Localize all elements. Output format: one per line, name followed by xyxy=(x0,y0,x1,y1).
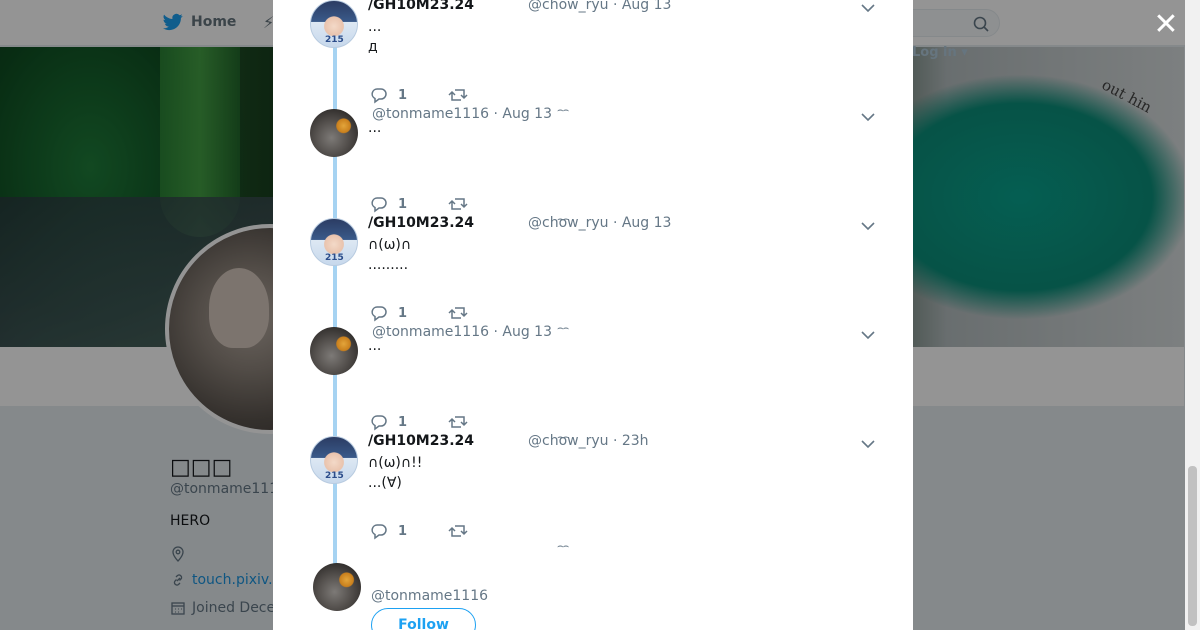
tweet-text-line: д xyxy=(368,39,378,55)
tweet-author-name[interactable]: /GH10M23.24 xyxy=(368,215,474,231)
dog-avatar[interactable] xyxy=(310,327,358,375)
login-label: Log in xyxy=(912,45,957,60)
chevron-down-icon[interactable] xyxy=(861,439,875,449)
tweet[interactable]: /GH10M23.24@chow_ryu · Aug 13...д1⌢⌢ xyxy=(273,0,913,116)
tweet-text-line: ......... xyxy=(368,257,409,273)
tweet[interactable]: @tonmame1116 · Aug 13... 1 ⌢⌢ xyxy=(273,309,913,443)
tweet-text-line: ...(∀) xyxy=(368,475,402,491)
tweet-text: ∩(ω)∩......... xyxy=(368,235,411,275)
tweet-author-name[interactable]: /GH10M23.24 xyxy=(368,433,474,449)
chevron-down-icon[interactable] xyxy=(861,330,875,340)
chevron-down-icon: ▾ xyxy=(961,45,968,60)
login-menu[interactable]: Log in ▾ xyxy=(912,45,968,60)
tweet-handle-and-time[interactable]: @tonmame1116 · Aug 13 xyxy=(372,324,552,340)
scrollbar-thumb[interactable] xyxy=(1188,466,1197,626)
chevron-down-icon[interactable] xyxy=(861,3,875,13)
tweet-author-name[interactable]: /GH10M23.24 xyxy=(368,0,474,13)
tweet-handle-and-time[interactable]: @chow_ryu · Aug 13 xyxy=(528,215,671,231)
tweet-text-line: ... xyxy=(368,19,382,35)
dog-avatar[interactable] xyxy=(310,109,358,157)
page-scrollbar[interactable] xyxy=(1185,0,1200,630)
tweet-text: ... xyxy=(368,118,381,138)
retweet-icon[interactable] xyxy=(448,522,468,540)
conversation-modal: /GH10M23.24 @chow_ryu · Aug 13... д 1 ⌢⌢ @ton… xyxy=(273,0,913,630)
reply-icon[interactable] xyxy=(370,522,388,540)
tweet-text: ... д xyxy=(368,17,381,57)
tweet-text-line: ∩(ω)∩!! xyxy=(368,455,423,471)
anime-avatar[interactable] xyxy=(310,0,358,48)
tweet[interactable]: /GH10M23.24 @chow_ryu · 23h ∩(ω)∩!! ...(∀) 1… xyxy=(273,418,913,552)
tweet-text: ∩(ω)∩!! ...(∀) xyxy=(368,453,422,493)
chevron-down-icon[interactable] xyxy=(861,221,875,231)
tweet-handle-and-time[interactable]: @chow_ryu · Aug 13 xyxy=(528,0,671,13)
footer-avatar[interactable] xyxy=(313,563,361,611)
tweet[interactable]: @tonmame1116 · Aug 13... 1 ⌢⌢ xyxy=(273,91,913,225)
reply-count: 1 xyxy=(398,523,408,539)
anime-avatar[interactable] xyxy=(310,218,358,266)
tweet-actions: 1 xyxy=(370,522,468,540)
tweet[interactable]: /GH10M23.24 @chow_ryu · Aug 13 ∩(ω)∩......… xyxy=(273,200,913,334)
tweet-handle-and-time[interactable]: @tonmame1116 · Aug 13 xyxy=(372,106,552,122)
show-more-replies-icon[interactable]: ⌢⌢ xyxy=(557,541,569,552)
tweet-text: ... xyxy=(368,336,381,356)
tweet-text-line: ... xyxy=(368,338,382,354)
follow-button[interactable]: Follow xyxy=(371,608,476,630)
tweet-text-line: ... xyxy=(368,120,382,136)
close-icon[interactable]: ✕ xyxy=(1152,10,1180,40)
tweet-text-line: ∩(ω)∩ xyxy=(368,237,412,253)
tweet-handle-and-time[interactable]: @chow_ryu · 23h xyxy=(528,433,649,449)
anime-avatar[interactable] xyxy=(310,436,358,484)
footer-handle[interactable]: @tonmame1116 xyxy=(371,588,488,604)
chevron-down-icon[interactable] xyxy=(861,112,875,122)
